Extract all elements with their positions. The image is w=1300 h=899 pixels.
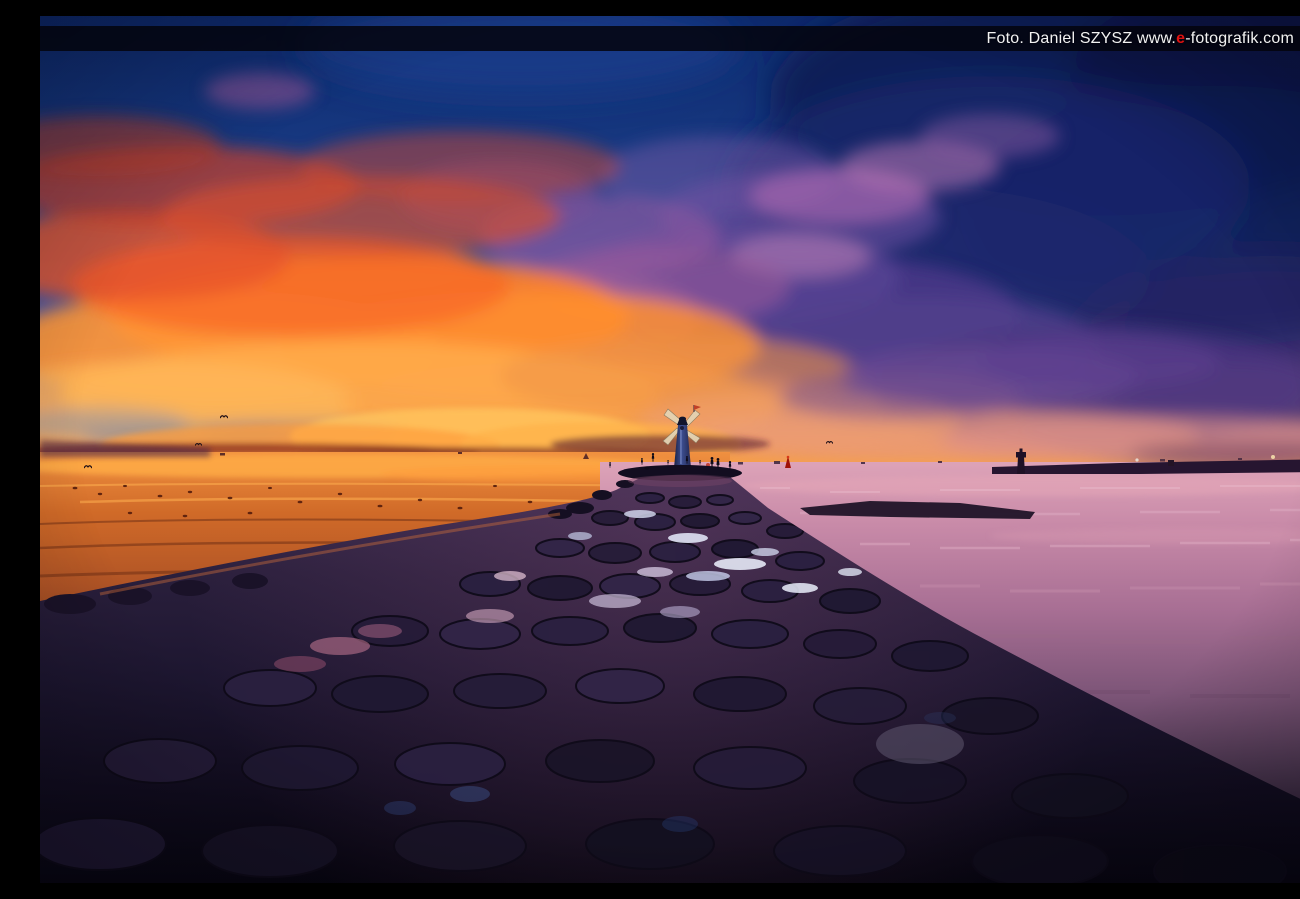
sunset-pier-photo: Foto. Daniel SZYSZ www.e-fotografik.com <box>40 16 1300 883</box>
watermark-text-prefix: Foto. Daniel SZYSZ www. <box>987 30 1177 48</box>
watermark-text-suffix: -fotografik.com <box>1185 30 1294 48</box>
scene-graphic <box>40 16 1300 883</box>
watermark-accent-letter: e <box>1176 30 1185 48</box>
vignette-overlay <box>40 16 1300 883</box>
watermark-bar: Foto. Daniel SZYSZ www.e-fotografik.com <box>40 26 1300 51</box>
